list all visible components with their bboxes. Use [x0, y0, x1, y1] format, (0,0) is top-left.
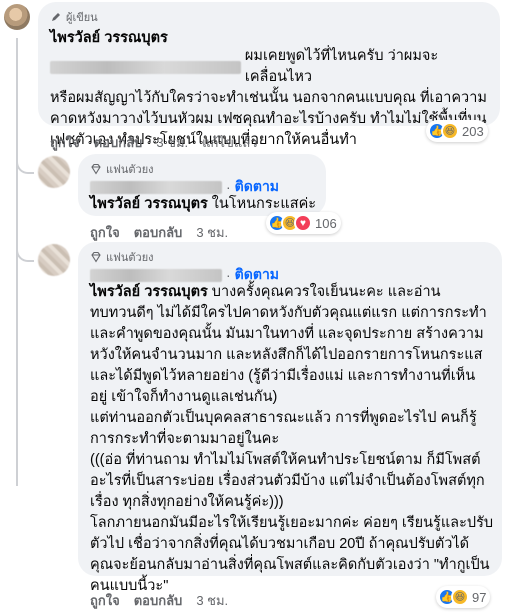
like-button[interactable]: ถูกใจ	[90, 222, 120, 243]
reaction-summary[interactable]: 👍 😆 ♥ 106	[266, 212, 341, 234]
comment-bubble: ผู้เขียน ไพรวัลย์ วรรณบุตร ผมเคยพูดไว้ที…	[38, 2, 500, 148]
commenter-avatar[interactable]	[38, 156, 70, 188]
thread-line	[16, 38, 18, 486]
comment-time[interactable]: 3 ชม.	[156, 132, 188, 153]
reaction-summary[interactable]: 👍 😆 97	[436, 586, 491, 608]
comment-actions: ถูกใจ ตอบกลับ 3 ชม. แก้ไขแล้ว	[50, 132, 258, 153]
comment-actions: ถูกใจ ตอบกลับ 3 ชม.	[90, 590, 228, 611]
thread-connector	[16, 248, 34, 262]
mention-link[interactable]: ไพรวัลย์ วรรณบุตร	[90, 284, 208, 300]
reply-button[interactable]: ตอบกลับ	[134, 590, 183, 611]
haha-reaction-icon: 😆	[441, 122, 459, 140]
comment-bubble: แฟนตัวยง · ติดตาม ไพรวัลย์ วรรณบุตร บางค…	[78, 242, 502, 594]
author-avatar[interactable]	[4, 4, 30, 30]
redacted-name	[90, 180, 222, 194]
like-button[interactable]: ถูกใจ	[90, 590, 120, 611]
comment-text: ไพรวัลย์ วรรณบุตร บางครั้งคุณควรใจเย็นนะ…	[90, 284, 494, 594]
reply-button[interactable]: ตอบกลับ	[94, 132, 143, 153]
comment-bubble: แฟนตัวยง · ติดตาม ไพรวัลย์ วรรณบุตร ในโห…	[78, 154, 326, 216]
comment-time[interactable]: 3 ชม.	[196, 222, 228, 243]
commenter-avatar[interactable]	[38, 244, 70, 276]
comment-time[interactable]: 3 ชม.	[196, 590, 228, 611]
reaction-summary[interactable]: 👍 😆 203	[426, 120, 488, 142]
love-reaction-icon: ♥	[294, 214, 312, 232]
mention-link[interactable]: ไพรวัลย์ วรรณบุตร	[90, 196, 208, 212]
like-button[interactable]: ถูกใจ	[50, 132, 80, 153]
edited-label: แก้ไขแล้ว	[202, 135, 258, 150]
diamond-icon	[91, 251, 101, 263]
author-badge: ผู้เขียน	[50, 8, 98, 26]
pen-icon	[52, 13, 60, 21]
diamond-icon	[91, 163, 101, 175]
redacted-name	[90, 268, 222, 282]
comment-actions: ถูกใจ ตอบกลับ 3 ชม.	[90, 222, 228, 243]
haha-reaction-icon: 😆	[451, 588, 469, 606]
thread-connector	[16, 160, 34, 174]
redacted-name	[50, 60, 241, 74]
reply-button[interactable]: ตอบกลับ	[134, 222, 183, 243]
